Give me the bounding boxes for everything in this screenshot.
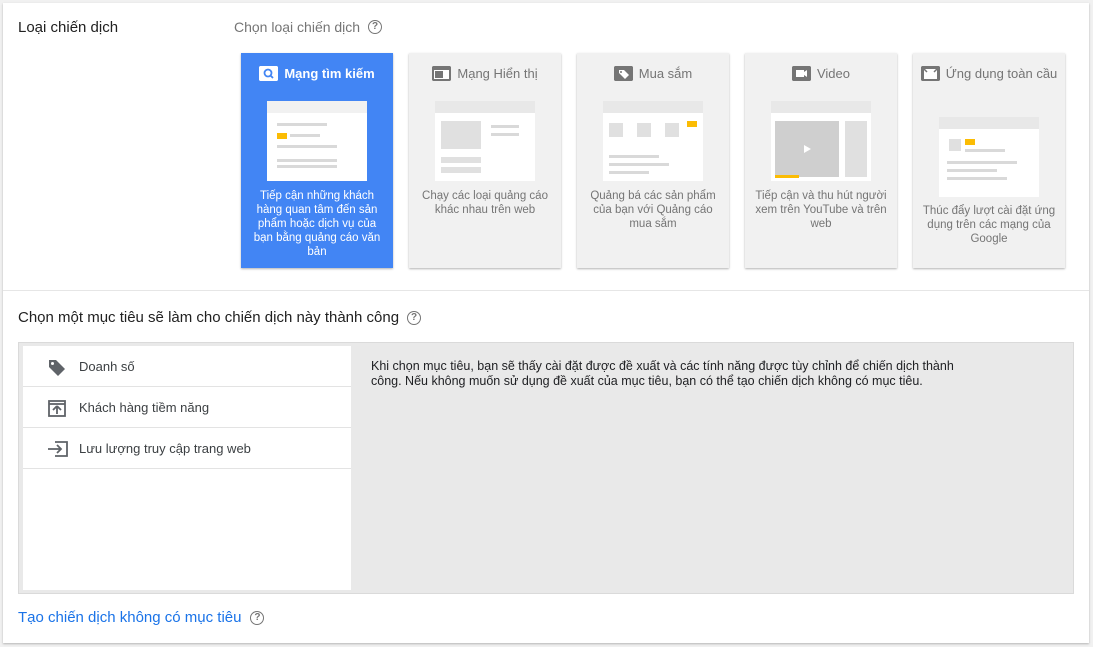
goal-info-text: Khi chọn mục tiêu, bạn sẽ thấy cài đặt đ… (371, 359, 954, 388)
goal-list: Doanh số Khách hàng tiềm năng Lưu lượng … (23, 346, 351, 590)
help-icon[interactable]: ? (250, 610, 265, 625)
card-shopping-header: Mua sắm (577, 63, 729, 84)
card-app-desc: Thúc đẩy lượt cài đặt ứng dụng trên các … (922, 205, 1056, 245)
create-without-goal-text[interactable]: Tạo chiến dịch không có mục tiêu (18, 609, 241, 626)
section-divider (3, 290, 1089, 291)
card-video-desc: Tiếp cận và thu hút người xem trên YouTu… (755, 190, 887, 230)
card-display-desc: Chạy các loại quảng cáo khác nhau trên w… (422, 190, 548, 216)
tag-icon (613, 66, 633, 81)
card-search-header: Mạng tìm kiếm (241, 63, 393, 84)
goal-item-label: Khách hàng tiềm năng (79, 399, 210, 415)
help-icon[interactable]: ? (368, 20, 383, 34)
create-without-goal-link[interactable]: Tạo chiến dịch không có mục tiêu ? (18, 609, 265, 626)
goal-item-leads[interactable]: Khách hàng tiềm năng (23, 387, 351, 428)
search-icon (259, 66, 279, 81)
goal-item-label: Doanh số (79, 358, 135, 374)
app-illustration (939, 117, 1039, 197)
card-search-title: Mạng tìm kiếm (284, 66, 375, 81)
help-icon[interactable]: ? (407, 310, 422, 325)
lead-upload-icon (47, 398, 67, 417)
goal-selector: Doanh số Khách hàng tiềm năng Lưu lượng … (18, 342, 1074, 594)
card-app[interactable]: Ứng dụng toàn cầu Thúc đẩy lượt cài đặt … (913, 53, 1065, 268)
card-shopping-desc: Quảng bá các sản phẩm của bạn với Quảng … (590, 190, 716, 230)
enter-arrow-icon (47, 439, 68, 457)
card-search-desc: Tiếp cận những khách hàng quan tâm đến s… (253, 190, 381, 258)
card-video-header: Video (745, 63, 897, 84)
card-display-title: Mạng Hiển thị (457, 66, 538, 81)
card-display[interactable]: Mạng Hiển thị Chạy các loại quảng cáo kh… (409, 53, 561, 268)
campaign-panel: Loại chiến dịch Chọn loại chiến dịch ? M… (3, 3, 1089, 643)
campaign-type-label: Loại chiến dịch (18, 19, 119, 36)
card-display-header: Mạng Hiển thị (409, 63, 561, 84)
card-search[interactable]: Mạng tìm kiếm Tiếp cận những khách hàng … (241, 53, 393, 268)
campaign-type-subtitle-text: Chọn loại chiến dịch (234, 19, 361, 35)
display-icon (432, 66, 452, 81)
card-video[interactable]: Video Tiếp cận và thu hút người xem trên… (745, 53, 897, 268)
goal-item-traffic[interactable]: Lưu lượng truy cập trang web (23, 428, 351, 469)
video-illustration (771, 101, 871, 181)
goal-item-label: Lưu lượng truy cập trang web (79, 440, 251, 456)
video-icon (791, 66, 811, 81)
card-shopping-title: Mua sắm (638, 66, 693, 81)
app-icon (920, 66, 940, 81)
card-video-title: Video (816, 66, 850, 81)
goal-item-sales[interactable]: Doanh số (23, 346, 351, 387)
card-app-header: Ứng dụng toàn cầu (913, 63, 1065, 84)
campaign-type-subtitle: Chọn loại chiến dịch ? (234, 19, 383, 35)
goal-label-text: Chọn một mục tiêu sẽ làm cho chiến dịch … (18, 309, 400, 326)
goal-section-label: Chọn một mục tiêu sẽ làm cho chiến dịch … (18, 309, 422, 326)
card-shopping[interactable]: Mua sắm Quảng bá các sản phẩm của bạn vớ… (577, 53, 729, 268)
shopping-illustration (603, 101, 703, 181)
campaign-type-cards: Mạng tìm kiếm Tiếp cận những khách hàng … (241, 53, 1065, 268)
display-illustration (435, 101, 535, 181)
search-illustration (267, 101, 367, 181)
card-app-title: Ứng dụng toàn cầu (945, 66, 1058, 81)
tag-icon (47, 357, 67, 376)
